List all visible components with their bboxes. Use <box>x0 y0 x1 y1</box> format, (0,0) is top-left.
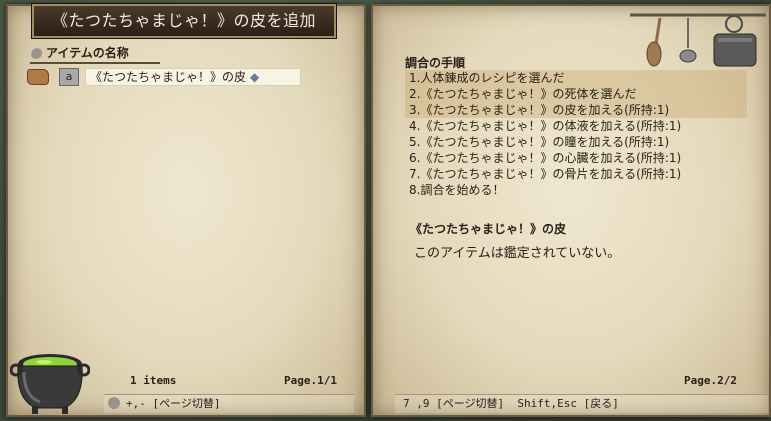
page-indicator-right: Page.2/2 <box>684 374 737 387</box>
recipe-step[interactable]: 4.《たつたちゃまじゃ！》の体液を加える(所持:1) <box>405 118 747 134</box>
item-name-field[interactable]: 《たつたちゃまじゃ！》の皮 ◆ <box>85 68 301 86</box>
item-name-text: 《たつたちゃまじゃ！》の皮 <box>90 70 247 84</box>
recipe-step[interactable]: 7.《たつたちゃまじゃ！》の骨片を加える(所持:1) <box>405 166 747 182</box>
item-name-header-label: アイテムの名称 <box>46 46 129 60</box>
hint-bullet-icon <box>108 397 120 409</box>
recipe-step[interactable]: 5.《たつたちゃまじゃ！》の瞳を加える(所持:1) <box>405 134 747 150</box>
list-item[interactable]: a 《たつたちゃまじゃ！》の皮 ◆ <box>27 68 301 86</box>
page-indicator-left: Page.1/1 <box>284 374 337 387</box>
hide-item-icon <box>27 69 49 85</box>
recipe-steps-heading: 調合の手順 <box>405 56 466 70</box>
kitchen-tools-icon <box>630 13 766 67</box>
item-key-badge: a <box>59 68 79 86</box>
recipe-step-start[interactable]: 8.調合を始める！ <box>405 182 747 198</box>
recipe-step[interactable]: 6.《たつたちゃまじゃ！》の心臓を加える(所持:1) <box>405 150 747 166</box>
recipe-step-current[interactable]: 3.《たつたちゃまじゃ！》の皮を加える(所持:1) <box>405 102 747 118</box>
left-hint-text: +,- [ページ切替] <box>126 397 221 410</box>
left-hint-bar: +,- [ページ切替] <box>104 394 354 413</box>
recipe-step-list: 1.人体錬成のレシピを選んだ 2.《たつたちゃまじゃ！》の死体を選んだ 3.《た… <box>405 70 747 198</box>
recipe-step[interactable]: 2.《たつたちゃまじゃ！》の死体を選んだ <box>405 86 747 102</box>
bullet-icon <box>30 47 42 59</box>
right-hint-text: 7 ,9 [ページ切替] Shift,Esc [戻る] <box>403 397 619 410</box>
window-title: 《たつたちゃまじゃ！》の皮を追加 <box>32 4 336 38</box>
item-count: 1 items <box>130 374 177 387</box>
right-hint-bar: 7 ,9 [ページ切替] Shift,Esc [戻る] <box>395 394 768 413</box>
selected-item-title: 《たつたちゃまじゃ！》の皮 <box>410 222 567 236</box>
cauldron-icon <box>10 354 90 414</box>
gem-icon: ◆ <box>250 70 260 84</box>
recipe-step[interactable]: 1.人体錬成のレシピを選んだ <box>405 70 747 86</box>
selected-item-description: このアイテムは鑑定されていない。 <box>414 246 621 261</box>
item-name-column-header: アイテムの名称 <box>30 44 160 64</box>
